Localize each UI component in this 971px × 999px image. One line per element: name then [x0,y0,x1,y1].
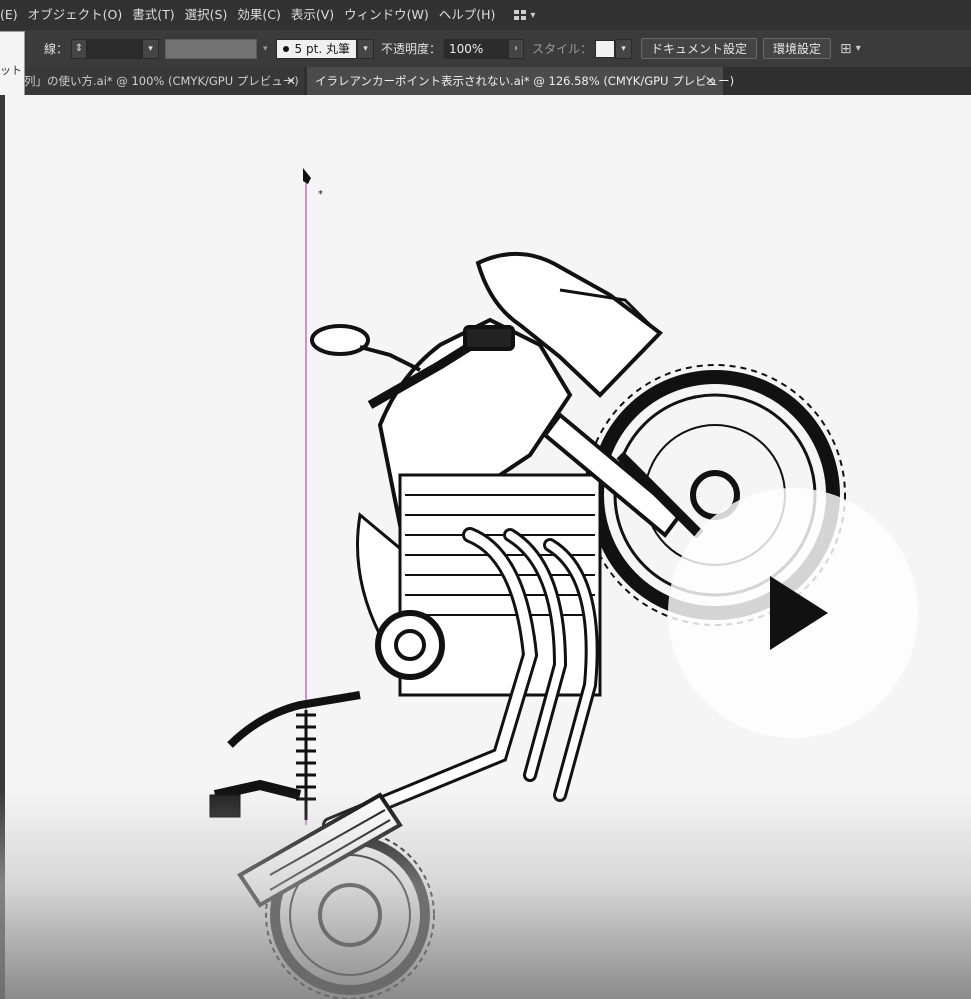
brush-definition[interactable]: 5 pt. 丸筆 [275,38,357,59]
menu-bar: (E) オブジェクト(O) 書式(T) 選択(S) 効果(C) 表示(V) ウィ… [0,0,971,30]
bottom-shade [0,790,971,999]
workspace-switcher[interactable]: ▾ [514,10,535,21]
play-icon [770,576,828,650]
control-bar: 線： ⇕ ▾ ▾ 5 pt. 丸筆 ▾ 不透明度： 100% › スタイル： ▾… [0,30,971,68]
stroke-weight-dropdown[interactable]: ▾ [142,38,160,59]
stroke-label: 線： [44,42,69,56]
stroke-weight-input[interactable] [87,38,143,59]
document-tab-bar: 列」の使い方.ai* @ 100% (CMYK/GPU プレビュー) ✕ イラレ… [0,67,971,95]
brush-dot-icon [282,45,289,52]
menu-window[interactable]: ウィンドウ(W) [339,0,434,30]
preferences-button[interactable]: 環境設定 [763,38,832,59]
artboard-canvas[interactable]: * [0,95,971,999]
tab-label: 列」の使い方.ai* @ 100% (CMYK/GPU プレビュー) [24,74,299,88]
chevron-down-icon: ▾ [530,9,536,21]
style-dropdown[interactable]: ▾ [614,38,632,59]
flyout-text: ット [0,64,22,77]
brush-dropdown[interactable]: ▾ [356,38,374,59]
svg-text:*: * [318,189,323,200]
menu-type[interactable]: 書式(T) [127,0,179,30]
workspace-grid-icon [514,10,527,20]
menu-select[interactable]: 選択(S) [180,0,233,30]
menu-help[interactable]: ヘルプ(H) [434,0,501,30]
variable-width-profile[interactable] [165,38,258,59]
opacity-input[interactable]: 100% [443,38,508,59]
style-label: スタイル： [531,42,592,56]
brush-label: 5 pt. 丸筆 [294,42,350,56]
opacity-label: 不透明度： [380,42,441,56]
opacity-arrow[interactable]: › [507,38,524,59]
close-icon[interactable]: ✕ [705,74,715,88]
menu-object[interactable]: オブジェクト(O) [23,0,128,30]
tab-document-1[interactable]: 列」の使い方.ai* @ 100% (CMYK/GPU プレビュー) ✕ [24,67,304,95]
graphic-style-swatch[interactable] [594,39,615,58]
profile-dropdown-icon[interactable]: ▾ [263,44,268,54]
menu-edit[interactable]: (E) [0,0,23,30]
menu-view[interactable]: 表示(V) [286,0,339,30]
document-settings-button[interactable]: ドキュメント設定 [640,38,757,59]
close-icon[interactable]: ✕ [286,74,296,88]
tab-label: イラレアンカーポイント表示されない.ai* @ 126.58% (CMYK/GP… [315,74,735,88]
chevron-down-icon[interactable]: ▾ [856,43,861,54]
tab-document-2[interactable]: イラレアンカーポイント表示されない.ai* @ 126.58% (CMYK/GP… [307,67,734,95]
arrange-documents-icon[interactable]: ⊞ [840,41,852,57]
play-button[interactable] [668,488,918,738]
menu-effect[interactable]: 効果(C) [232,0,285,30]
stroke-weight-spinner[interactable]: ⇕ [71,38,88,59]
